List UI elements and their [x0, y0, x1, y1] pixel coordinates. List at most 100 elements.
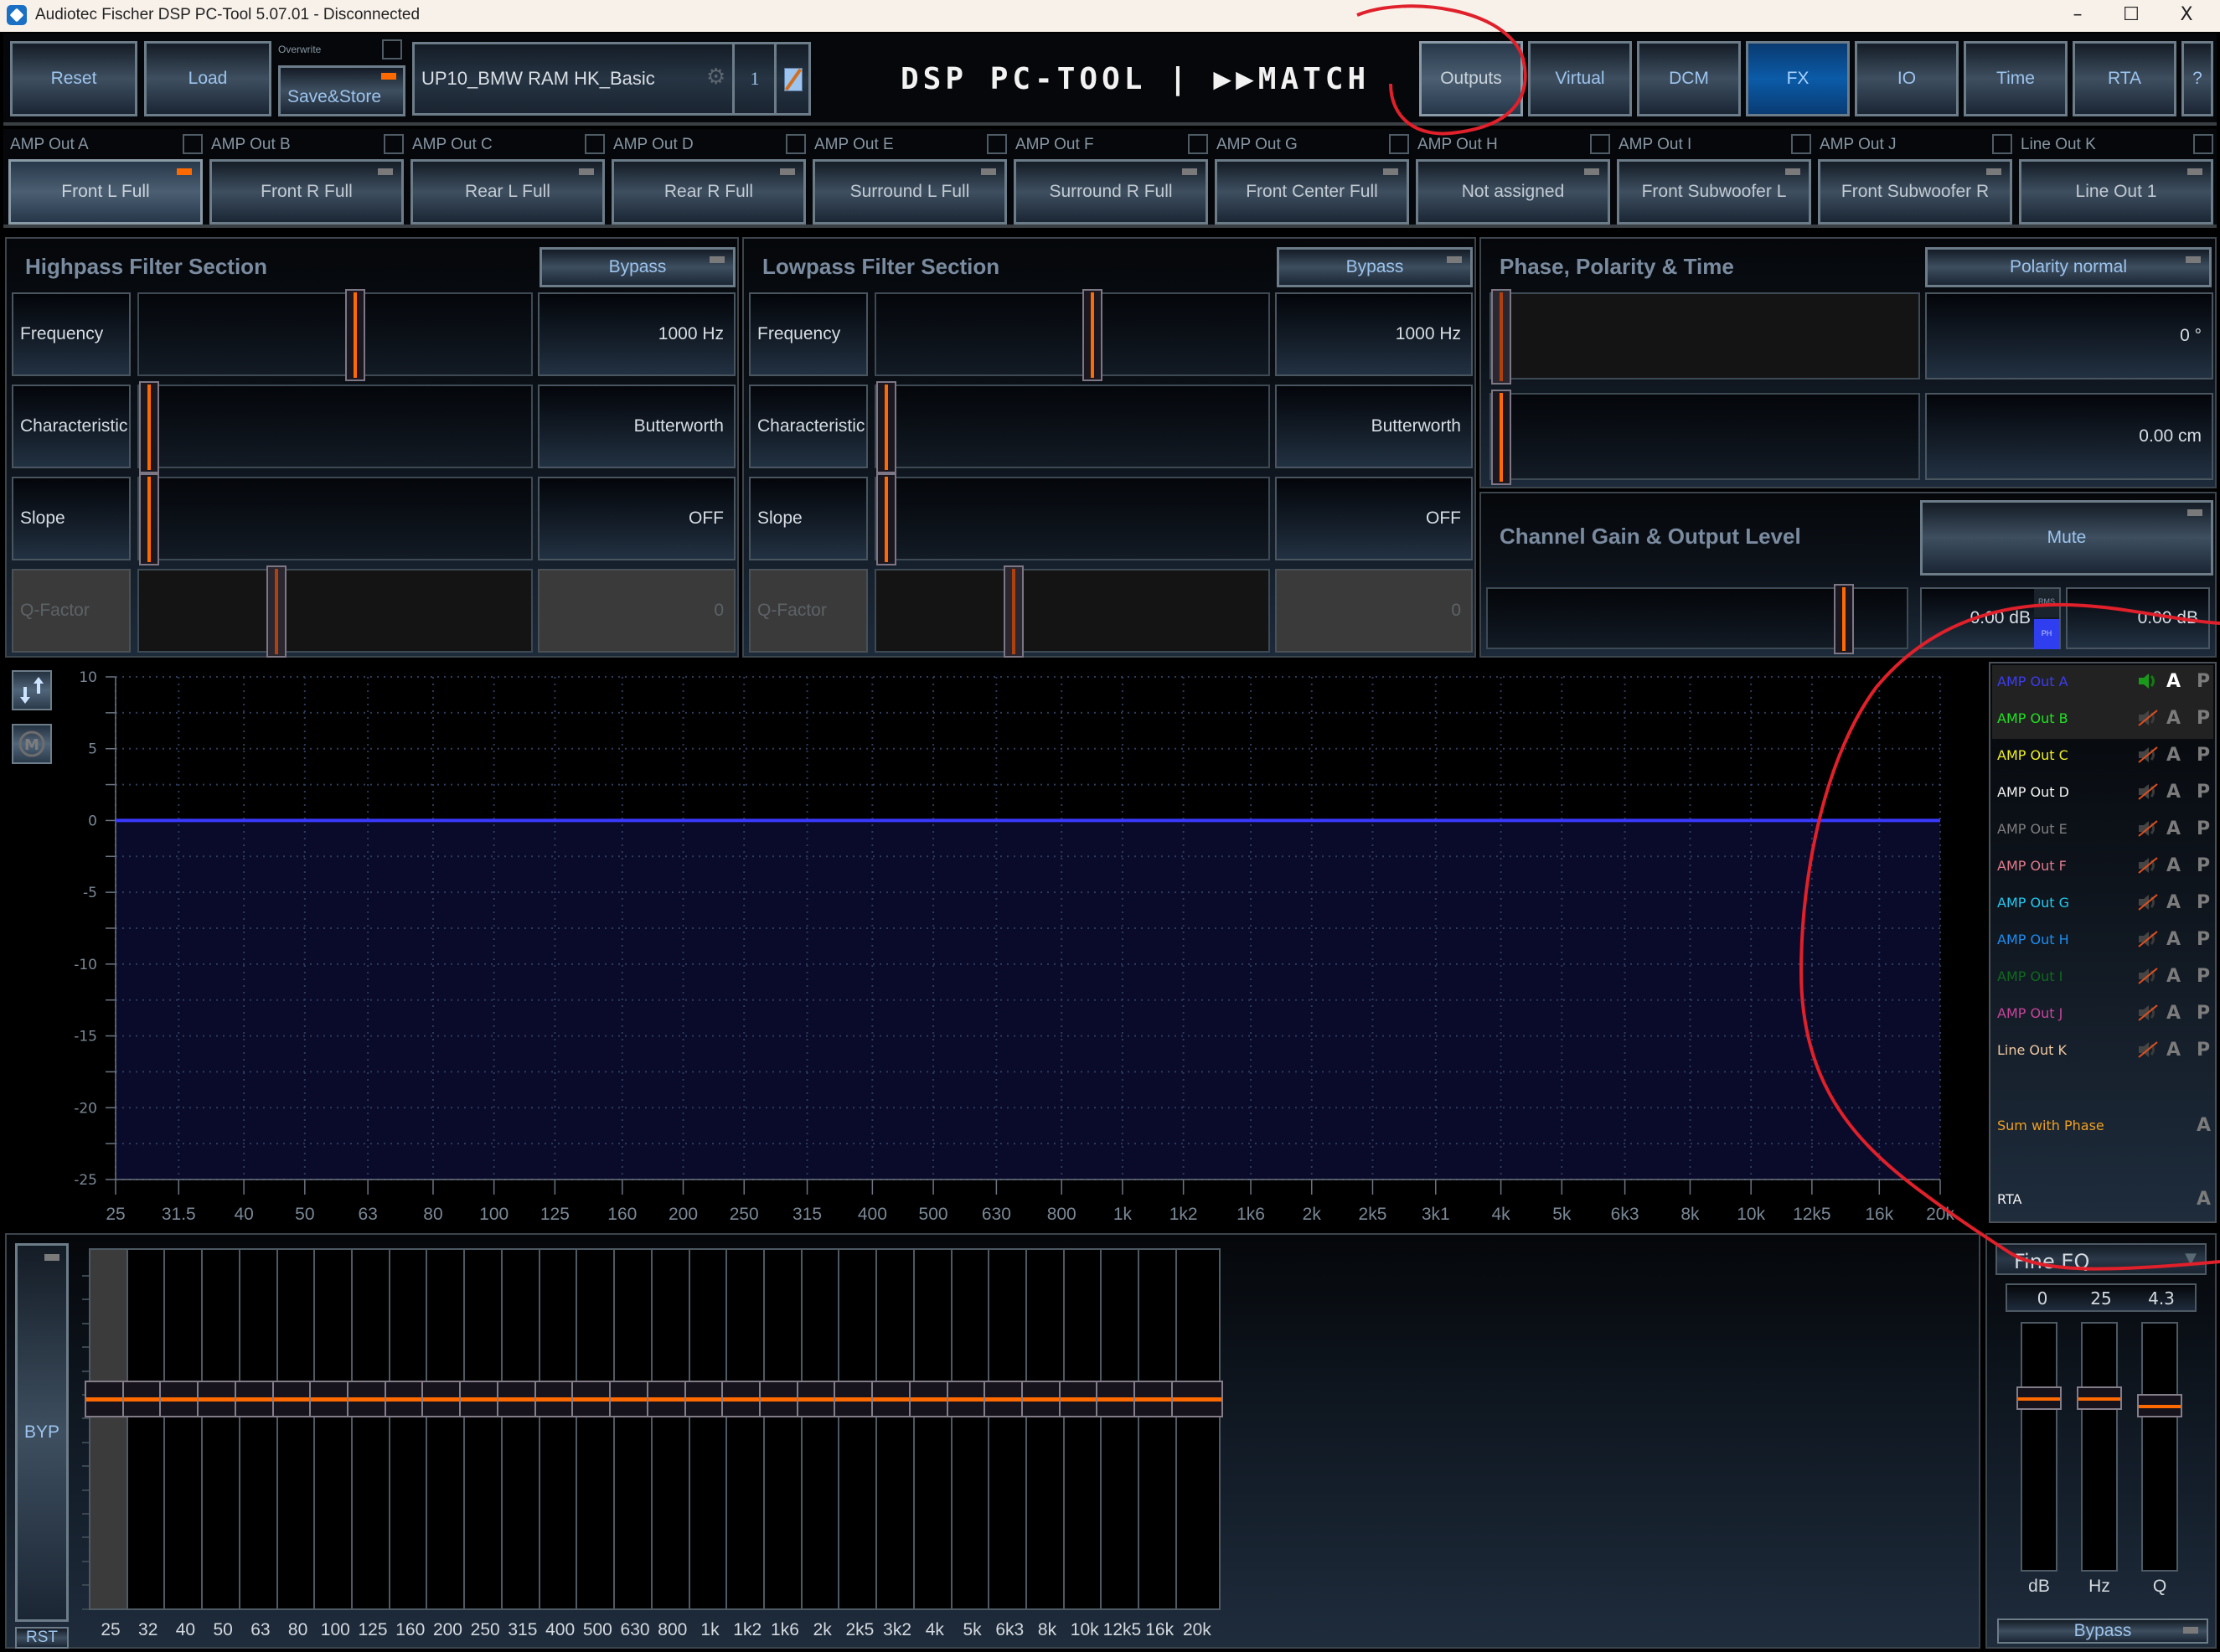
- legend-show-toggle[interactable]: A: [2166, 1003, 2181, 1024]
- lowpass-characteristic-value[interactable]: Butterworth: [1275, 385, 1473, 468]
- legend-show-toggle[interactable]: A: [2166, 892, 2181, 913]
- highpass-q-factor-slider-thumb[interactable]: [266, 565, 287, 658]
- legend-phase-toggle[interactable]: P: [2197, 929, 2210, 950]
- legend-show-toggle[interactable]: A: [2166, 708, 2181, 729]
- channel-link-checkbox[interactable]: [987, 134, 1007, 154]
- highpass-characteristic-value[interactable]: Butterworth: [538, 385, 736, 468]
- lowpass-slope-slider-thumb[interactable]: [876, 473, 896, 565]
- highpass-frequency-slider-thumb[interactable]: [345, 289, 365, 381]
- channel-link-checkbox[interactable]: [786, 134, 806, 154]
- channel-button[interactable]: Not assigned: [1416, 159, 1610, 225]
- nav-tab-time[interactable]: Time: [1964, 41, 2068, 116]
- load-button[interactable]: Load: [144, 41, 271, 116]
- speaker-muted-icon[interactable]: [2137, 1004, 2159, 1022]
- channel-button[interactable]: Rear R Full: [612, 159, 806, 225]
- nav-tab-virtual[interactable]: Virtual: [1528, 41, 1632, 116]
- polarity-button[interactable]: Polarity normal: [1925, 247, 2212, 287]
- legend-phase-toggle[interactable]: P: [2197, 671, 2210, 692]
- channel-link-checkbox[interactable]: [1188, 134, 1208, 154]
- channel-button[interactable]: Line Out 1: [2019, 159, 2213, 225]
- channel-button[interactable]: Front Subwoofer L: [1617, 159, 1811, 225]
- nav-tab-help[interactable]: ?: [2181, 41, 2213, 116]
- edit-setup-button[interactable]: [774, 42, 811, 116]
- gear-icon[interactable]: ⚙: [706, 65, 725, 90]
- highpass-q-factor-value[interactable]: 0: [538, 569, 736, 653]
- rms-toggle[interactable]: RMS: [2034, 589, 2059, 617]
- speaker-muted-icon[interactable]: [2137, 819, 2159, 838]
- gain-slider-track[interactable]: [1486, 584, 1908, 654]
- channel-link-checkbox[interactable]: [585, 134, 605, 154]
- minimize-button[interactable]: –: [2051, 0, 2104, 32]
- legend-sum-toggle[interactable]: A: [2197, 1115, 2211, 1136]
- highpass-frequency-value[interactable]: 1000 Hz: [538, 292, 736, 376]
- reset-button[interactable]: Reset: [10, 41, 137, 116]
- highpass-q-factor-slider-track[interactable]: [137, 565, 533, 658]
- legend-show-toggle[interactable]: A: [2166, 745, 2181, 766]
- legend-phase-toggle[interactable]: P: [2197, 892, 2210, 913]
- legend-show-toggle[interactable]: A: [2166, 671, 2181, 692]
- phase-value[interactable]: 0 °: [1925, 292, 2213, 379]
- delay-slider-thumb[interactable]: [1491, 390, 1511, 485]
- channel-button[interactable]: Front R Full: [209, 159, 404, 225]
- legend-rta-toggle[interactable]: A: [2197, 1189, 2211, 1210]
- channel-button[interactable]: Rear L Full: [410, 159, 605, 225]
- speaker-muted-icon[interactable]: [2137, 746, 2159, 764]
- lowpass-characteristic-slider-track[interactable]: [875, 381, 1270, 473]
- nav-tab-dcm[interactable]: DCM: [1637, 41, 1741, 116]
- eq-response-graph[interactable]: M 10 5 0 -5 -10 -15 -20 -25 25 31.5 40 50 63 80 100 125…: [3, 662, 1982, 1231]
- lowpass-q-factor-slider-thumb[interactable]: [1004, 565, 1024, 658]
- legend-phase-toggle[interactable]: P: [2197, 966, 2210, 987]
- legend-show-toggle[interactable]: A: [2166, 966, 2181, 987]
- highpass-bypass-button[interactable]: Bypass: [540, 247, 736, 287]
- lowpass-characteristic-slider-thumb[interactable]: [876, 381, 896, 473]
- lowpass-q-factor-slider-track[interactable]: [875, 565, 1270, 658]
- legend-phase-toggle[interactable]: P: [2197, 782, 2210, 803]
- lowpass-frequency-slider-track[interactable]: [875, 289, 1270, 381]
- channel-link-checkbox[interactable]: [2193, 134, 2213, 154]
- channel-link-checkbox[interactable]: [1992, 134, 2012, 154]
- fine-eq-hz-slider-track[interactable]: [2081, 1322, 2118, 1572]
- fine-eq-hz-slider-thumb[interactable]: [2077, 1386, 2122, 1410]
- setup-slot-number[interactable]: 1: [732, 42, 777, 116]
- legend-show-toggle[interactable]: A: [2166, 782, 2181, 803]
- channel-button[interactable]: Front Subwoofer R: [1818, 159, 2012, 225]
- channel-link-checkbox[interactable]: [183, 134, 203, 154]
- gain-value[interactable]: 0.00 dB RMS PH: [1920, 587, 2061, 649]
- gain-slider-thumb[interactable]: [1834, 584, 1854, 654]
- marker-m-icon[interactable]: M: [12, 724, 52, 764]
- highpass-characteristic-slider-thumb[interactable]: [139, 381, 159, 473]
- save-store-button[interactable]: Save&Store: [278, 65, 405, 116]
- setup-name-field[interactable]: UP10_BMW RAM HK_Basic ⚙: [412, 42, 737, 116]
- legend-phase-toggle[interactable]: P: [2197, 745, 2210, 766]
- speaker-muted-icon[interactable]: [2137, 930, 2159, 948]
- lowpass-bypass-button[interactable]: Bypass: [1277, 247, 1473, 287]
- speaker-on-icon[interactable]: [2137, 672, 2159, 690]
- eq-band-slider-20k[interactable]: [1175, 1248, 1221, 1610]
- speaker-muted-icon[interactable]: [2137, 782, 2159, 801]
- legend-phase-toggle[interactable]: P: [2197, 1040, 2210, 1061]
- speaker-muted-icon[interactable]: [2137, 1040, 2159, 1059]
- nav-tab-fx[interactable]: FX: [1746, 41, 1850, 116]
- ph-toggle[interactable]: PH: [2034, 619, 2059, 649]
- legend-phase-toggle[interactable]: P: [2197, 855, 2210, 876]
- lowpass-slope-slider-track[interactable]: [875, 473, 1270, 565]
- overwrite-checkbox[interactable]: [382, 39, 402, 59]
- nav-tab-rta[interactable]: RTA: [2073, 41, 2176, 116]
- fine-eq-bypass-button[interactable]: Bypass: [1997, 1618, 2208, 1644]
- channel-link-checkbox[interactable]: [1389, 134, 1409, 154]
- lowpass-q-factor-value[interactable]: 0: [1275, 569, 1473, 653]
- channel-link-checkbox[interactable]: [1791, 134, 1811, 154]
- highpass-characteristic-slider-track[interactable]: [137, 381, 533, 473]
- phase-slider-thumb[interactable]: [1491, 289, 1511, 385]
- legend-show-toggle[interactable]: A: [2166, 855, 2181, 876]
- highpass-slope-slider-track[interactable]: [137, 473, 533, 565]
- fine-eq-db-slider-track[interactable]: [2021, 1322, 2057, 1572]
- eq-band-thumb[interactable]: [1170, 1381, 1223, 1417]
- channel-link-checkbox[interactable]: [1590, 134, 1610, 154]
- legend-phase-toggle[interactable]: P: [2197, 1003, 2210, 1024]
- speaker-muted-icon[interactable]: [2137, 967, 2159, 985]
- legend-show-toggle[interactable]: A: [2166, 1040, 2181, 1061]
- highpass-slope-slider-thumb[interactable]: [139, 473, 159, 565]
- mute-button[interactable]: Mute: [1920, 500, 2213, 576]
- fine-eq-q-slider-track[interactable]: [2141, 1322, 2178, 1572]
